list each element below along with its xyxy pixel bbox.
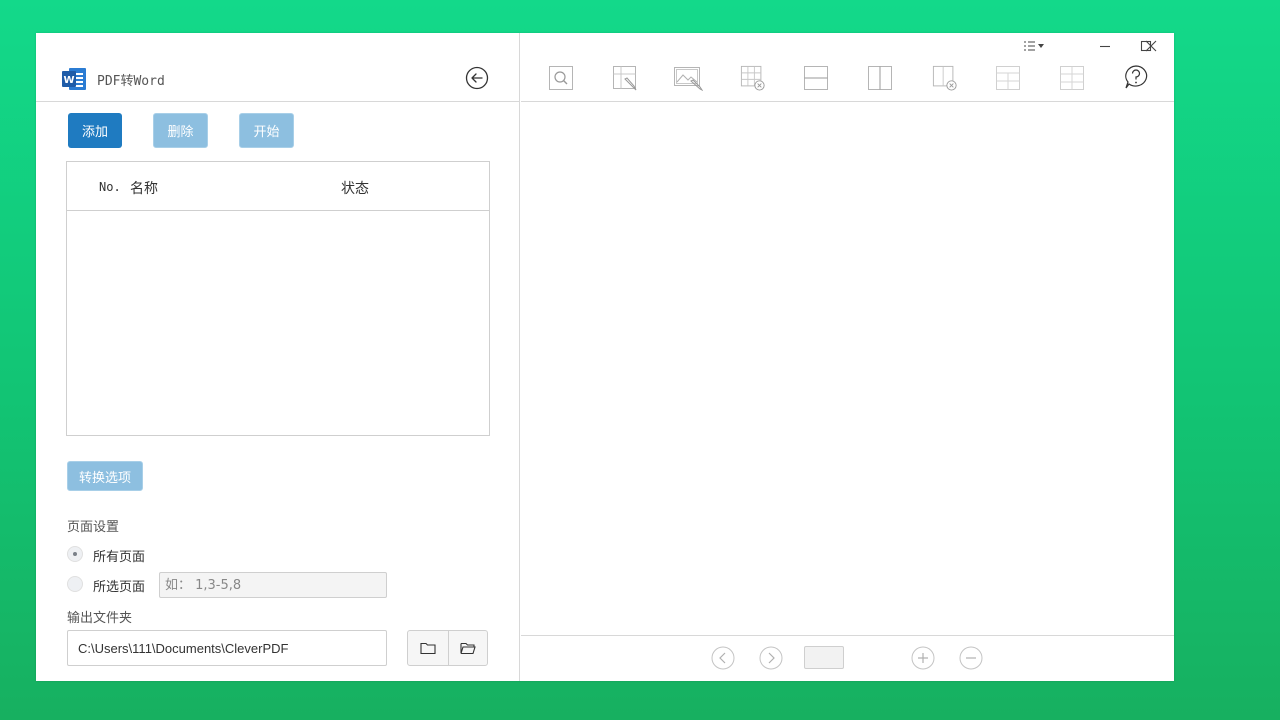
word-icon: W	[62, 68, 86, 90]
app-header: W PDF转Word	[36, 33, 520, 102]
split-vertical-icon[interactable]	[867, 65, 893, 91]
file-table-header: No. 名称 状态	[67, 162, 489, 211]
radio-all-pages-label: 所有页面	[93, 550, 146, 565]
svg-text:W: W	[63, 75, 74, 86]
folder-open-icon	[460, 642, 476, 655]
output-folder-title: 输出文件夹	[67, 611, 133, 626]
menu-icon	[1024, 41, 1044, 51]
back-button[interactable]	[465, 66, 489, 90]
zoom-in-icon[interactable]	[911, 646, 935, 670]
minimize-icon	[1100, 45, 1110, 48]
zoom-out-icon[interactable]	[959, 646, 983, 670]
column-header-status: 状态	[341, 181, 369, 197]
page-range-input[interactable]	[159, 572, 387, 598]
edit-image-icon[interactable]	[673, 65, 703, 91]
radio-all-pages[interactable]	[67, 546, 83, 562]
page-settings-title: 页面设置	[67, 520, 120, 535]
add-button[interactable]: 添加	[68, 113, 122, 148]
preview-panel	[521, 33, 1174, 681]
delete-button[interactable]: 删除	[153, 113, 208, 148]
prev-page-icon[interactable]	[711, 646, 735, 670]
merge-rows-icon[interactable]	[995, 65, 1021, 91]
column-header-name: 名称	[130, 181, 158, 197]
zoom-icon[interactable]	[548, 65, 574, 91]
close-button[interactable]	[1141, 66, 1161, 86]
radio-selected-pages[interactable]	[67, 576, 83, 592]
file-table: No. 名称 状态	[66, 161, 490, 436]
open-folder-button[interactable]	[447, 631, 488, 665]
merge-cells-icon[interactable]	[1059, 65, 1085, 91]
app-title: PDF转Word	[97, 74, 165, 89]
start-button[interactable]: 开始	[239, 113, 294, 148]
next-page-icon[interactable]	[759, 646, 783, 670]
document-preview	[521, 103, 1174, 635]
page-number-input[interactable]	[804, 646, 844, 669]
folder-button-group	[407, 630, 488, 666]
delete-table-icon[interactable]	[739, 65, 767, 91]
radio-selected-pages-label: 所选页面	[93, 580, 146, 595]
delete-column-icon[interactable]	[931, 65, 959, 91]
convert-options-button[interactable]: 转换选项	[67, 461, 143, 491]
output-path-input[interactable]	[67, 630, 387, 666]
edit-table-icon[interactable]	[612, 65, 638, 91]
column-header-no: No.	[99, 180, 121, 194]
preview-toolbar	[521, 33, 1174, 102]
left-panel: W PDF转Word 添加 删除 开始 No. 名称 状态 转换选项 页面设置 …	[36, 33, 520, 681]
minimize-button[interactable]	[1095, 36, 1115, 56]
browse-folder-button[interactable]	[408, 631, 448, 665]
split-horizontal-icon[interactable]	[803, 65, 829, 91]
app-window: W PDF转Word 添加 删除 开始 No. 名称 状态 转换选项 页面设置 …	[36, 33, 1174, 681]
window-close-button[interactable]	[1141, 36, 1161, 56]
menu-button[interactable]	[1021, 36, 1047, 56]
page-navigation	[521, 635, 1174, 681]
close-icon	[1145, 40, 1157, 52]
folder-icon	[420, 642, 436, 655]
